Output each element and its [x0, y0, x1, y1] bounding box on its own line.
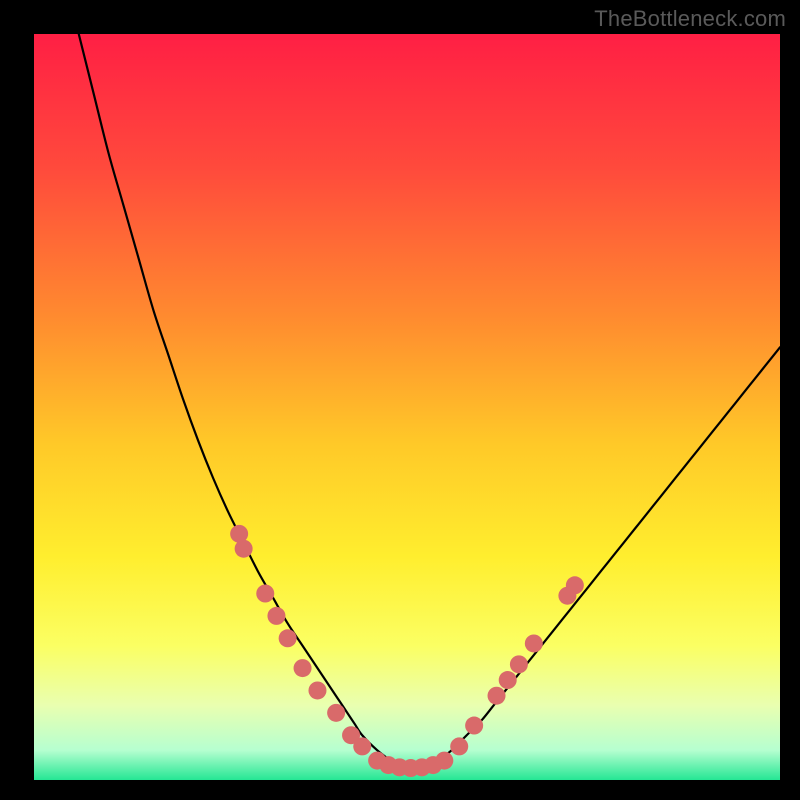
chart-frame: TheBottleneck.com [0, 0, 800, 800]
marker-point [450, 737, 468, 755]
marker-point [267, 607, 285, 625]
marker-point [294, 659, 312, 677]
marker-point [465, 717, 483, 735]
watermark-text: TheBottleneck.com [594, 6, 786, 32]
marker-point [353, 737, 371, 755]
marker-point [499, 671, 517, 689]
marker-point [327, 704, 345, 722]
curve-layer [34, 34, 780, 780]
bottleneck-curve [79, 34, 780, 770]
marker-point [435, 752, 453, 770]
plot-area [34, 34, 780, 780]
marker-point [279, 629, 297, 647]
marker-point [488, 687, 506, 705]
marker-point [256, 585, 274, 603]
marker-point [510, 655, 528, 673]
marker-point [308, 681, 326, 699]
marker-point [235, 540, 253, 558]
marker-point [566, 576, 584, 594]
marker-point [525, 634, 543, 652]
marker-group [230, 525, 584, 777]
